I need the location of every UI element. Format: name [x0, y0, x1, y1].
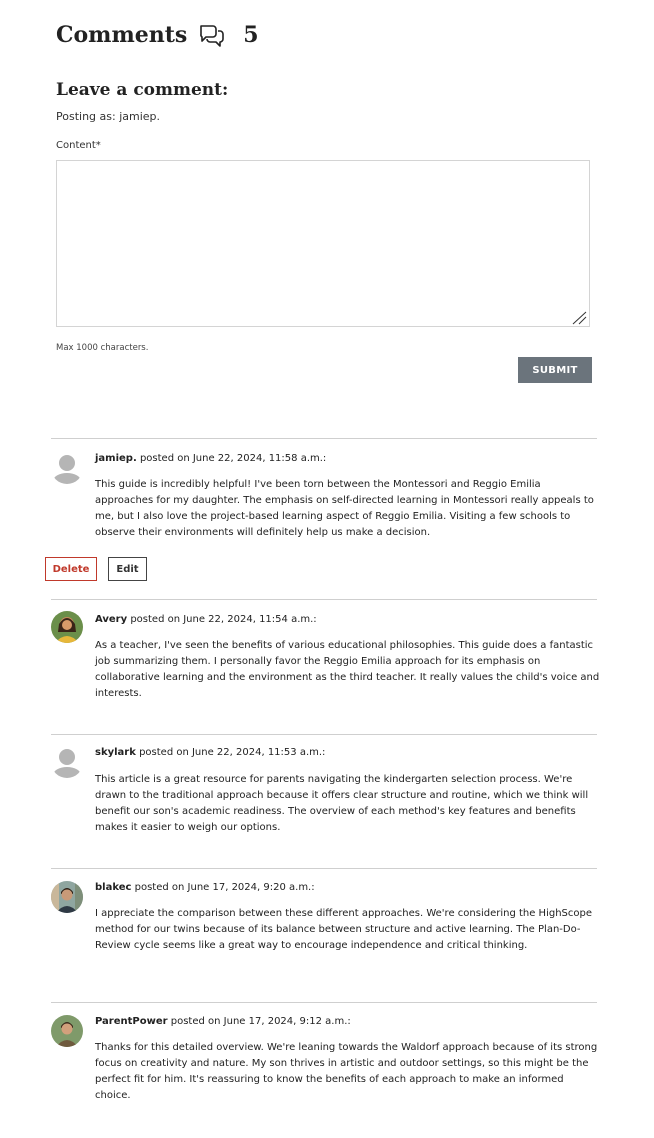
- content-textarea[interactable]: [56, 160, 590, 327]
- comment-item: Avery posted on June 22, 2024, 11:54 a.m…: [51, 599, 600, 734]
- comment-author[interactable]: jamiep.: [95, 453, 137, 464]
- comment-body: This article is a great resource for par…: [95, 774, 589, 833]
- comment-item: ParentPower posted on June 17, 2024, 9:1…: [51, 1002, 597, 1137]
- comment-body: Thanks for this detailed overview. We're…: [95, 1042, 598, 1101]
- comment-author[interactable]: blakec: [95, 882, 131, 893]
- comment-author[interactable]: skylark: [95, 747, 136, 758]
- comment-meta: skylark posted on June 22, 2024, 11:53 a…: [95, 747, 325, 758]
- comment-body: This guide is incredibly helpful! I've b…: [95, 479, 594, 538]
- leave-comment-title: Leave a comment:: [56, 80, 229, 100]
- content-label: Content*: [56, 140, 101, 151]
- posting-as-text: Posting as: jamiep.: [56, 110, 161, 123]
- comments-icon: [197, 22, 227, 48]
- comment-date: posted on June 22, 2024, 11:58 a.m.:: [136, 453, 327, 464]
- comments-title: Comments: [56, 22, 188, 48]
- comment-body: As a teacher, I've seen the benefits of …: [95, 640, 600, 699]
- user-photo-avatar: [51, 611, 83, 643]
- comment-date: posted on June 22, 2024, 11:54 a.m.:: [127, 614, 317, 625]
- user-photo-avatar: [51, 1015, 83, 1047]
- max-characters-hint: Max 1000 characters.: [56, 343, 149, 353]
- comment-author[interactable]: ParentPower: [95, 1016, 168, 1027]
- default-avatar-icon: [51, 452, 83, 484]
- comment-date: posted on June 17, 2024, 9:20 a.m.:: [131, 882, 315, 893]
- resize-handle-icon[interactable]: [571, 310, 587, 325]
- comment-date: posted on June 22, 2024, 11:53 a.m.:: [135, 747, 326, 758]
- comment-item: blakec posted on June 17, 2024, 9:20 a.m…: [51, 868, 597, 1002]
- delete-button[interactable]: Delete: [45, 557, 97, 581]
- comment-meta: blakec posted on June 17, 2024, 9:20 a.m…: [95, 882, 315, 893]
- default-avatar-icon: [51, 746, 83, 778]
- comments-header: Comments 5: [56, 22, 259, 48]
- submit-button[interactable]: SUBMIT: [518, 357, 592, 383]
- comment-body: I appreciate the comparison between thes…: [95, 908, 593, 951]
- comment-meta: jamiep. posted on June 22, 2024, 11:58 a…: [95, 453, 326, 464]
- comment-item: skylark posted on June 22, 2024, 11:53 a…: [51, 734, 597, 868]
- comment-author[interactable]: Avery: [95, 614, 127, 625]
- edit-button[interactable]: Edit: [108, 557, 147, 581]
- comments-count: 5: [243, 22, 259, 48]
- comment-meta: Avery posted on June 22, 2024, 11:54 a.m…: [95, 614, 317, 625]
- comment-date: posted on June 17, 2024, 9:12 a.m.:: [167, 1016, 351, 1027]
- user-photo-avatar: [51, 881, 83, 913]
- comment-meta: ParentPower posted on June 17, 2024, 9:1…: [95, 1016, 351, 1027]
- comment-item: jamiep. posted on June 22, 2024, 11:58 a…: [51, 438, 597, 559]
